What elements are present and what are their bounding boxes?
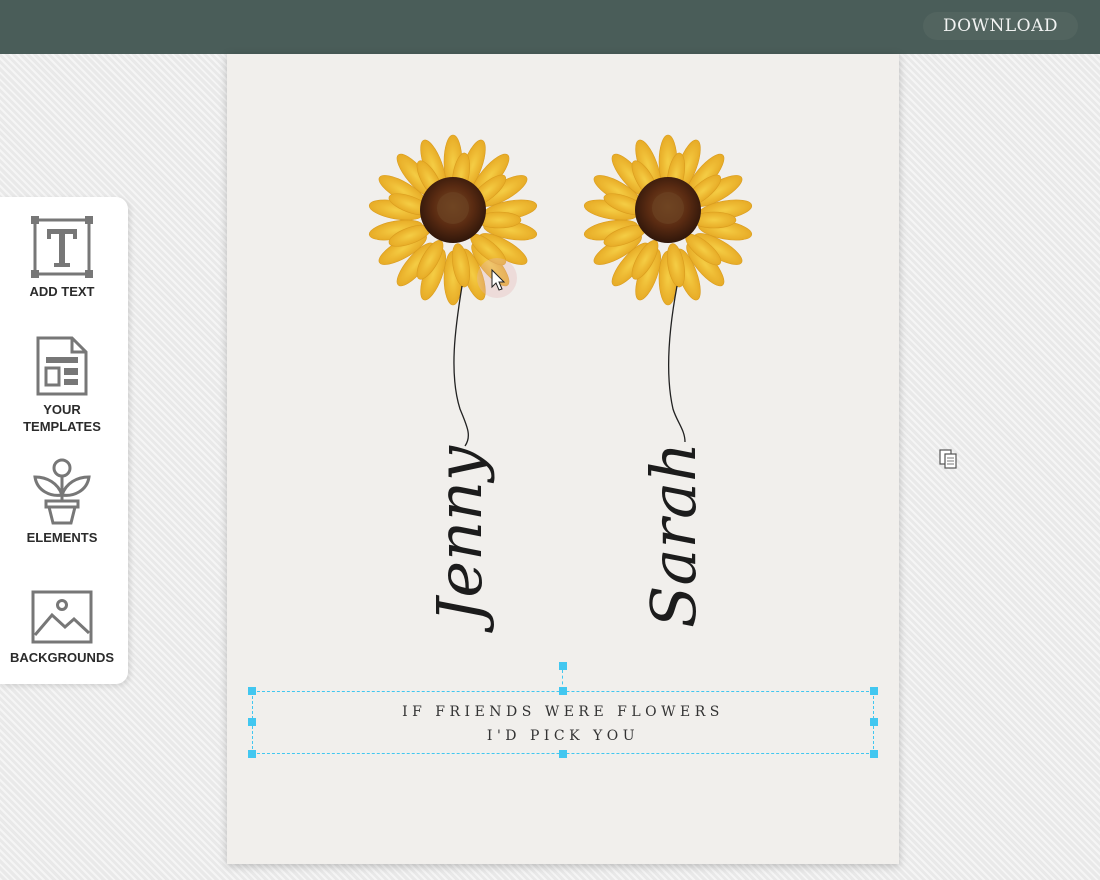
top-bar: DOWNLOAD bbox=[0, 0, 1100, 54]
resize-handle-top-right[interactable] bbox=[870, 687, 878, 695]
backgrounds-button[interactable]: BACKGROUNDS bbox=[0, 589, 124, 666]
download-button[interactable]: DOWNLOAD bbox=[922, 12, 1078, 40]
rotate-handle[interactable] bbox=[559, 662, 567, 670]
quote-line-1: IF FRIENDS WERE FLOWERS bbox=[402, 704, 724, 720]
elements-label: ELEMENTS bbox=[26, 530, 98, 545]
resize-handle-bottom-left[interactable] bbox=[248, 750, 256, 758]
name-jenny[interactable]: Jenny bbox=[423, 445, 496, 633]
tool-sidebar: ADD TEXT YOUR TEMPLATES ELEMENTS BACKGRO… bbox=[0, 197, 128, 684]
add-text-label: ADD TEXT bbox=[29, 284, 95, 299]
quote-text-box[interactable]: IF FRIENDS WERE FLOWERS I'D PICK YOU bbox=[252, 691, 874, 754]
your-templates-label: YOUR TEMPLATES bbox=[23, 402, 101, 434]
resize-handle-top-left[interactable] bbox=[248, 687, 256, 695]
resize-handle-left[interactable] bbox=[248, 718, 256, 726]
duplicate-page-icon[interactable] bbox=[938, 448, 958, 470]
backgrounds-label: BACKGROUNDS bbox=[10, 650, 114, 665]
plant-icon bbox=[33, 458, 91, 525]
resize-handle-bottom-right[interactable] bbox=[870, 750, 878, 758]
text-icon bbox=[31, 216, 93, 278]
templates-icon bbox=[36, 336, 88, 396]
resize-handle-bottom[interactable] bbox=[559, 750, 567, 758]
resize-handle-right[interactable] bbox=[870, 718, 878, 726]
name-sarah[interactable]: Sarah bbox=[637, 442, 710, 628]
your-templates-button[interactable]: YOUR TEMPLATES bbox=[0, 335, 124, 435]
image-icon bbox=[31, 590, 93, 644]
elements-button[interactable]: ELEMENTS bbox=[0, 457, 124, 546]
sunflower-right[interactable] bbox=[583, 134, 754, 306]
quote-line-2: I'D PICK YOU bbox=[486, 728, 640, 744]
resize-handle-top[interactable] bbox=[559, 687, 567, 695]
mouse-cursor-icon bbox=[477, 258, 517, 298]
add-text-button[interactable]: ADD TEXT bbox=[0, 215, 124, 300]
